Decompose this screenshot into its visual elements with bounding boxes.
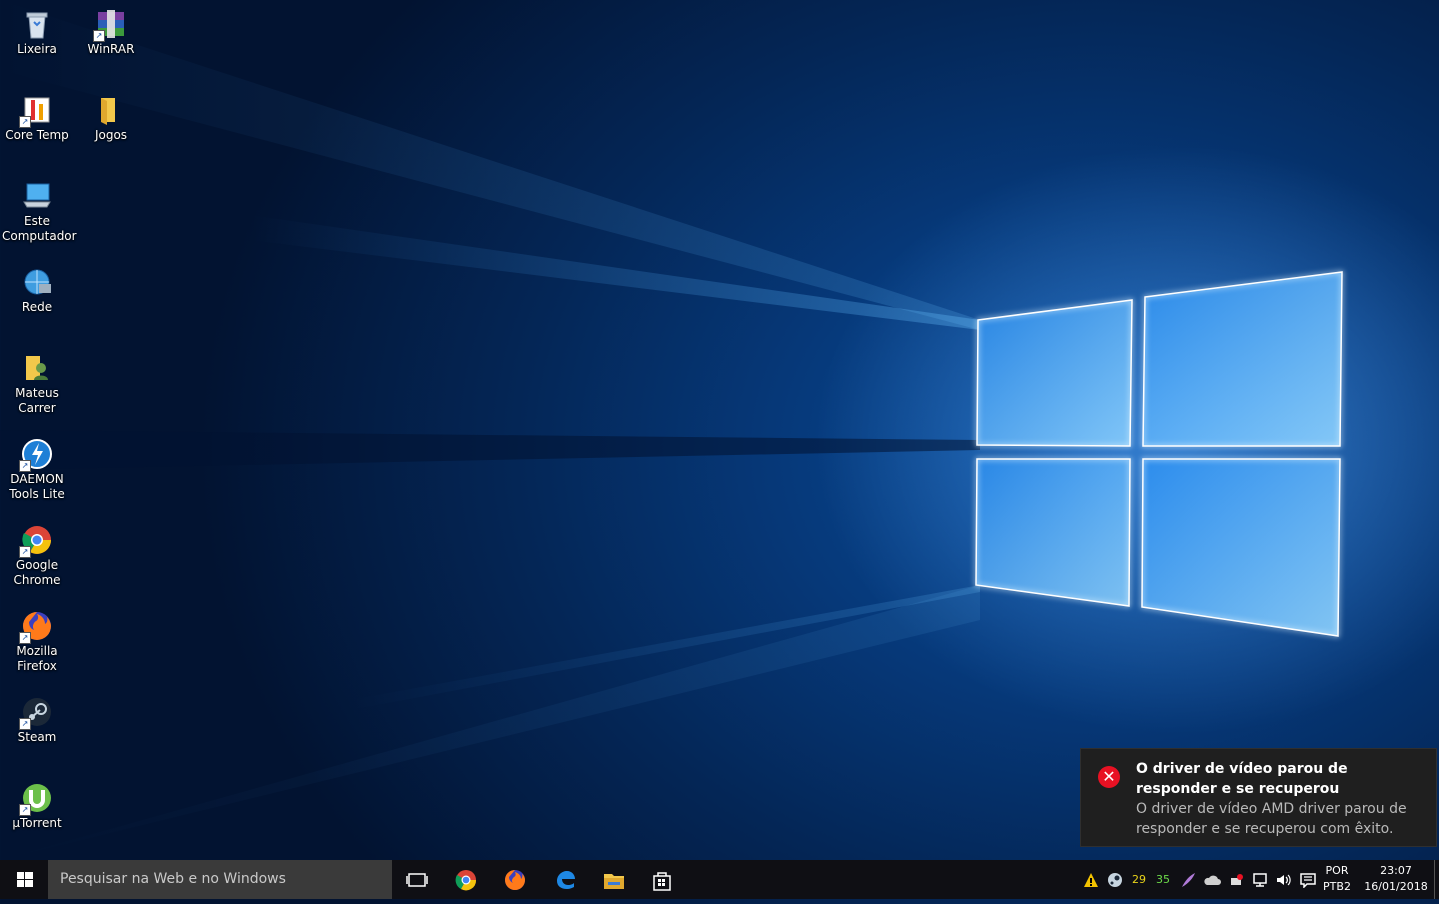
clock-time: 23:07 bbox=[1380, 864, 1412, 877]
task-view-icon bbox=[406, 873, 428, 887]
desktop-icon-label: µTorrent bbox=[12, 816, 62, 830]
network-icon bbox=[21, 266, 53, 298]
task-view-button[interactable] bbox=[392, 860, 440, 899]
computer-icon bbox=[21, 180, 53, 212]
desktop-icon-label: Steam bbox=[17, 730, 57, 744]
recycle-bin-icon bbox=[21, 8, 53, 40]
start-button[interactable] bbox=[0, 860, 48, 899]
desktop-icon-utorrent[interactable]: ↗ µTorrent bbox=[0, 782, 74, 831]
desktop-icon-label: WinRAR bbox=[87, 42, 135, 56]
taskbar-store[interactable] bbox=[637, 860, 685, 899]
clock[interactable]: 23:07 16/01/2018 bbox=[1364, 863, 1428, 895]
chrome-icon: ↗ bbox=[19, 524, 53, 558]
error-icon: ✕ bbox=[1098, 766, 1120, 788]
network-tray-icon[interactable] bbox=[1250, 860, 1270, 899]
taskbar: Pesquisar na Web e no Windows 29 35 POR … bbox=[0, 860, 1439, 899]
show-desktop-button[interactable] bbox=[1434, 860, 1439, 899]
action-center-button[interactable] bbox=[1297, 860, 1319, 899]
desktop-icon-label: Mozilla Firefox bbox=[16, 644, 58, 673]
core-temp-icon: ↗ bbox=[19, 94, 53, 128]
core-temp-1[interactable]: 29 bbox=[1129, 860, 1149, 899]
desktop-icon-label: Core Temp bbox=[5, 128, 69, 142]
keyboard-layout: PTB2 bbox=[1323, 880, 1351, 893]
warning-icon bbox=[1084, 873, 1098, 887]
desktop-icon-firefox[interactable]: ↗ Mozilla Firefox bbox=[0, 610, 74, 674]
utorrent-icon: ↗ bbox=[19, 782, 53, 816]
desktop-icon-label: Lixeira bbox=[17, 42, 57, 56]
ethernet-icon bbox=[1253, 873, 1267, 887]
store-icon bbox=[653, 872, 671, 891]
desktop-icon-label: DAEMON Tools Lite bbox=[9, 472, 65, 501]
taskbar-chrome[interactable] bbox=[441, 860, 489, 899]
desktop-icon-label: Rede bbox=[21, 300, 53, 314]
file-explorer-icon bbox=[604, 874, 624, 889]
desktop-icon-chrome[interactable]: ↗ Google Chrome bbox=[0, 524, 74, 588]
desktop-icon-winrar[interactable]: ↗ WinRAR bbox=[74, 8, 148, 57]
user-folder-icon bbox=[21, 352, 53, 384]
clock-date: 16/01/2018 bbox=[1364, 880, 1428, 893]
speaker-icon bbox=[1277, 874, 1291, 886]
windows-start-icon bbox=[17, 872, 33, 887]
input-language[interactable]: POR PTB2 bbox=[1320, 863, 1354, 895]
toast-body: O driver de vídeo AMD driver parou de re… bbox=[1136, 801, 1407, 837]
cloud-icon bbox=[1204, 875, 1221, 885]
warning-tray-icon[interactable] bbox=[1081, 860, 1101, 899]
language-code: POR bbox=[1325, 864, 1349, 877]
winrar-icon: ↗ bbox=[93, 8, 127, 42]
edge-icon bbox=[557, 871, 575, 889]
desktop-icon-daemon-tools[interactable]: ↗ DAEMON Tools Lite bbox=[0, 438, 74, 502]
desktop-icon-user-folder[interactable]: Mateus Carrer bbox=[0, 352, 74, 416]
desktop-icon-core-temp[interactable]: ↗ Core Temp bbox=[0, 94, 74, 143]
onedrive-tray-icon[interactable] bbox=[1202, 860, 1222, 899]
notification-icon bbox=[1300, 873, 1316, 889]
chrome-icon bbox=[455, 870, 477, 891]
desktop-icon-label: Mateus Carrer bbox=[15, 386, 59, 415]
feather-tray-icon[interactable] bbox=[1178, 860, 1198, 899]
daemon-tools-icon: ↗ bbox=[19, 438, 53, 472]
taskbar-firefox[interactable] bbox=[490, 860, 538, 899]
firefox-icon bbox=[505, 870, 525, 890]
desktop-icon-label: Google Chrome bbox=[13, 558, 61, 587]
taskbar-edge[interactable] bbox=[540, 860, 588, 899]
desktop-icon-jogos[interactable]: Jogos bbox=[74, 94, 148, 143]
wallpaper bbox=[0, 0, 1344, 860]
core-temp-2[interactable]: 35 bbox=[1153, 860, 1173, 899]
feather-icon bbox=[1182, 873, 1195, 887]
amd-tray-icon[interactable] bbox=[1226, 860, 1246, 899]
search-box[interactable]: Pesquisar na Web e no Windows bbox=[48, 860, 392, 899]
desktop-icon-network[interactable]: Rede bbox=[0, 266, 74, 315]
desktop-icon-label: Jogos bbox=[94, 128, 128, 142]
toast-title: O driver de vídeo parou de responder e s… bbox=[1136, 761, 1348, 797]
desktop-icon-this-pc[interactable]: Este Computador bbox=[0, 180, 77, 244]
taskbar-file-explorer[interactable] bbox=[589, 860, 637, 899]
desktop-icon-steam[interactable]: ↗ Steam bbox=[0, 696, 74, 745]
windows-logo bbox=[974, 270, 1344, 638]
steam-tray-icon[interactable] bbox=[1105, 860, 1125, 899]
desktop-icon-label: Este Computador bbox=[2, 214, 77, 243]
network-status-icon bbox=[1231, 874, 1243, 885]
firefox-icon: ↗ bbox=[19, 610, 53, 644]
folder-icon bbox=[95, 94, 127, 126]
toast-notification[interactable]: ✕ O driver de vídeo parou de responder e… bbox=[1080, 748, 1437, 847]
steam-icon bbox=[1108, 873, 1122, 887]
search-placeholder: Pesquisar na Web e no Windows bbox=[60, 871, 286, 887]
desktop-icon-recycle-bin[interactable]: Lixeira bbox=[0, 8, 74, 57]
volume-tray-icon[interactable] bbox=[1273, 860, 1293, 899]
steam-icon: ↗ bbox=[19, 696, 53, 730]
